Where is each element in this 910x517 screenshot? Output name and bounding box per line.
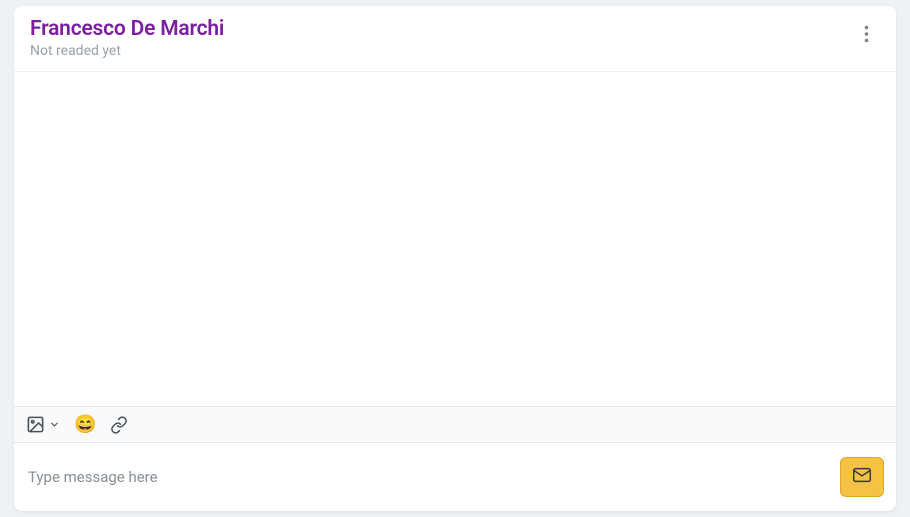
compose-toolbar: 😄	[14, 407, 896, 443]
attach-link-button[interactable]	[110, 416, 128, 434]
chat-card: Francesco De Marchi Not readed yet	[14, 6, 896, 511]
send-button[interactable]	[840, 457, 884, 497]
compose-row	[14, 443, 896, 511]
chat-subtitle: Not readed yet	[30, 43, 224, 59]
image-icon	[26, 415, 45, 434]
more-options-button[interactable]	[852, 22, 880, 50]
envelope-icon	[851, 464, 873, 490]
chat-header: Francesco De Marchi Not readed yet	[14, 6, 896, 72]
compose-footer: 😄	[14, 406, 896, 511]
chat-title: Francesco De Marchi	[30, 16, 224, 42]
message-list-area	[14, 72, 896, 406]
vertical-dots-icon	[864, 25, 869, 47]
message-input[interactable]	[28, 468, 830, 486]
emoji-picker-button[interactable]: 😄	[74, 416, 96, 434]
chevron-down-icon	[49, 419, 60, 430]
smile-emoji-icon: 😄	[74, 416, 96, 434]
attach-image-button[interactable]	[26, 415, 60, 434]
link-icon	[110, 416, 128, 434]
header-text-block: Francesco De Marchi Not readed yet	[30, 16, 224, 59]
